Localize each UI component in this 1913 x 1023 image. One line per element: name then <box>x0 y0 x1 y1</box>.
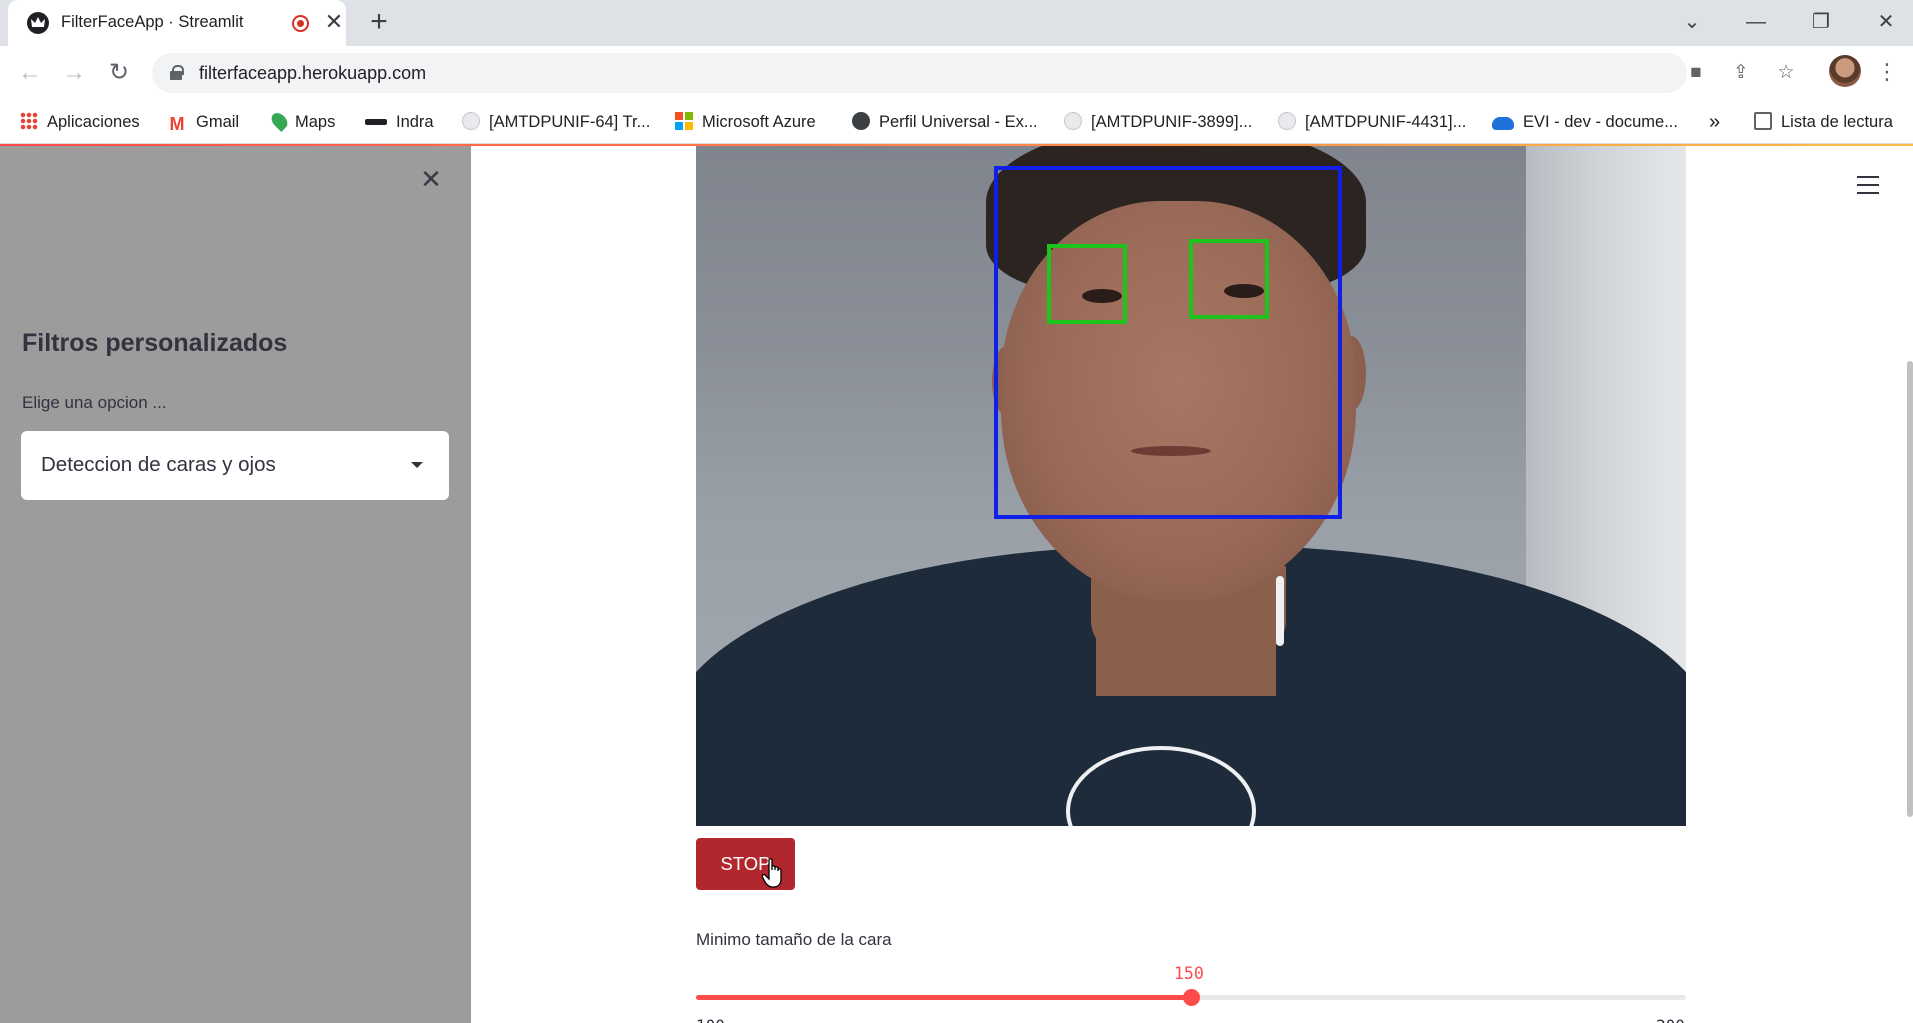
bookmark-star-icon[interactable]: ☆ <box>1773 60 1799 86</box>
sidebar-close-icon[interactable]: ✕ <box>418 166 444 192</box>
profile-avatar[interactable] <box>1829 55 1861 87</box>
bookmark-label: Perfil Universal - Ex... <box>879 113 1038 131</box>
lock-icon <box>170 65 184 80</box>
bookmark-aplicaciones[interactable]: Aplicaciones <box>20 100 140 144</box>
slider-label: Minimo tamaño de la cara <box>696 930 892 949</box>
back-button[interactable]: ← <box>13 56 47 90</box>
indra-icon <box>365 119 387 125</box>
tab-close-icon[interactable]: ✕ <box>322 10 346 34</box>
chevron-down-icon <box>411 462 423 468</box>
streamlit-app: ✕ Filtros personalizados Elige una opcio… <box>0 146 1913 1023</box>
globe-icon <box>852 112 870 130</box>
address-bar[interactable]: filterfaceapp.herokuapp.com ■ ⇪ ☆ <box>152 53 1795 93</box>
streamlit-crown-icon <box>27 12 49 34</box>
share-icon[interactable]: ⇪ <box>1728 60 1754 86</box>
face-size-slider[interactable] <box>696 989 1686 1006</box>
webcam-video <box>696 146 1686 826</box>
slider-thumb[interactable] <box>1183 989 1200 1006</box>
bookmark-gmail[interactable]: M Gmail <box>167 100 240 144</box>
tab-search-icon[interactable]: ⌄ <box>1674 4 1710 40</box>
tab-strip: FilterFaceApp · Streamlit ✕ + ⌄ — ❐ ✕ <box>0 0 1913 46</box>
select-value: Deteccion de caras y ojos <box>41 453 276 476</box>
restore-button[interactable]: ❐ <box>1803 4 1839 40</box>
page-scrollbar[interactable] <box>1907 361 1913 817</box>
eye-detection-box <box>1047 244 1127 324</box>
bookmark-perfil-universal[interactable]: Perfil Universal - Ex... <box>852 100 1038 144</box>
minimize-button[interactable]: — <box>1738 4 1774 40</box>
bookmark-amtdpunif-3899[interactable]: [AMTDPUNIF-3899]... <box>1064 100 1252 144</box>
sidebar-title: Filtros personalizados <box>22 329 288 357</box>
slider-fill <box>696 995 1191 1000</box>
select-label: Elige una opcion ... <box>22 393 167 412</box>
close-window-button[interactable]: ✕ <box>1868 4 1904 40</box>
jira-icon <box>1064 112 1082 130</box>
browser-window: FilterFaceApp · Streamlit ✕ + ⌄ — ❐ ✕ ← … <box>0 0 1913 1023</box>
jira-icon <box>462 112 480 130</box>
slider-value: 150 <box>1174 964 1204 983</box>
maps-pin-icon <box>268 110 291 132</box>
browser-menu-icon[interactable]: ⋮ <box>1876 56 1898 90</box>
jira-icon <box>1278 112 1296 130</box>
microsoft-icon <box>675 112 693 130</box>
bookmark-amtdpunif-64[interactable]: [AMTDPUNIF-64] Tr... <box>462 100 650 144</box>
bookmark-label: Aplicaciones <box>47 113 140 131</box>
bookmarks-bar: Aplicaciones M Gmail Maps Indra [AMTDPUNI… <box>0 100 1913 144</box>
hand-cursor-icon <box>762 858 782 888</box>
recording-indicator-icon <box>292 15 309 32</box>
bookmark-label: Gmail <box>196 113 240 131</box>
filter-select[interactable]: Deteccion de caras y ojos <box>21 431 449 500</box>
forward-button[interactable]: → <box>57 56 91 90</box>
bookmark-label: Maps <box>295 113 336 131</box>
camera-in-use-icon[interactable]: ■ <box>1683 60 1709 86</box>
reload-button[interactable]: ↻ <box>102 56 136 90</box>
reading-list-button[interactable]: Lista de lectura <box>1754 100 1893 144</box>
bookmark-evi-dev[interactable]: EVI - dev - docume... <box>1492 100 1678 144</box>
gmail-icon: M <box>169 114 185 134</box>
bookmark-microsoft-azure[interactable]: Microsoft Azure <box>675 100 816 144</box>
bookmark-label: Microsoft Azure <box>702 113 816 131</box>
bookmark-label: [AMTDPUNIF-4431]... <box>1305 113 1467 131</box>
bookmark-amtdpunif-4431[interactable]: [AMTDPUNIF-4431]... <box>1278 100 1466 144</box>
new-tab-button[interactable]: + <box>364 7 394 38</box>
bookmarks-overflow-button[interactable]: » <box>1709 100 1720 144</box>
bookmark-label: EVI - dev - docume... <box>1523 113 1678 131</box>
bookmark-label: [AMTDPUNIF-3899]... <box>1091 113 1253 131</box>
bookmark-indra[interactable]: Indra <box>365 100 434 144</box>
tab-title: FilterFaceApp · Streamlit <box>61 13 244 31</box>
face-detection-box <box>994 166 1342 519</box>
browser-toolbar: ← → ↻ filterfaceapp.herokuapp.com ■ ⇪ ☆ … <box>0 46 1913 100</box>
slider-min: 100 <box>696 1016 725 1023</box>
eye-detection-box <box>1189 239 1269 319</box>
main-menu-icon[interactable] <box>1857 176 1879 194</box>
reading-list-label: Lista de lectura <box>1781 113 1893 131</box>
bookmark-label: Indra <box>396 113 434 131</box>
tab-active[interactable]: FilterFaceApp · Streamlit ✕ <box>8 0 346 46</box>
apps-grid-icon <box>20 112 38 130</box>
onedrive-icon <box>1492 117 1514 130</box>
sidebar: ✕ Filtros personalizados Elige una opcio… <box>0 146 471 1023</box>
bookmark-maps[interactable]: Maps <box>268 100 336 144</box>
url-text: filterfaceapp.herokuapp.com <box>199 63 427 83</box>
bookmark-label: [AMTDPUNIF-64] Tr... <box>489 113 651 131</box>
slider-max: 200 <box>1656 1016 1685 1023</box>
reading-list-icon <box>1754 112 1772 130</box>
